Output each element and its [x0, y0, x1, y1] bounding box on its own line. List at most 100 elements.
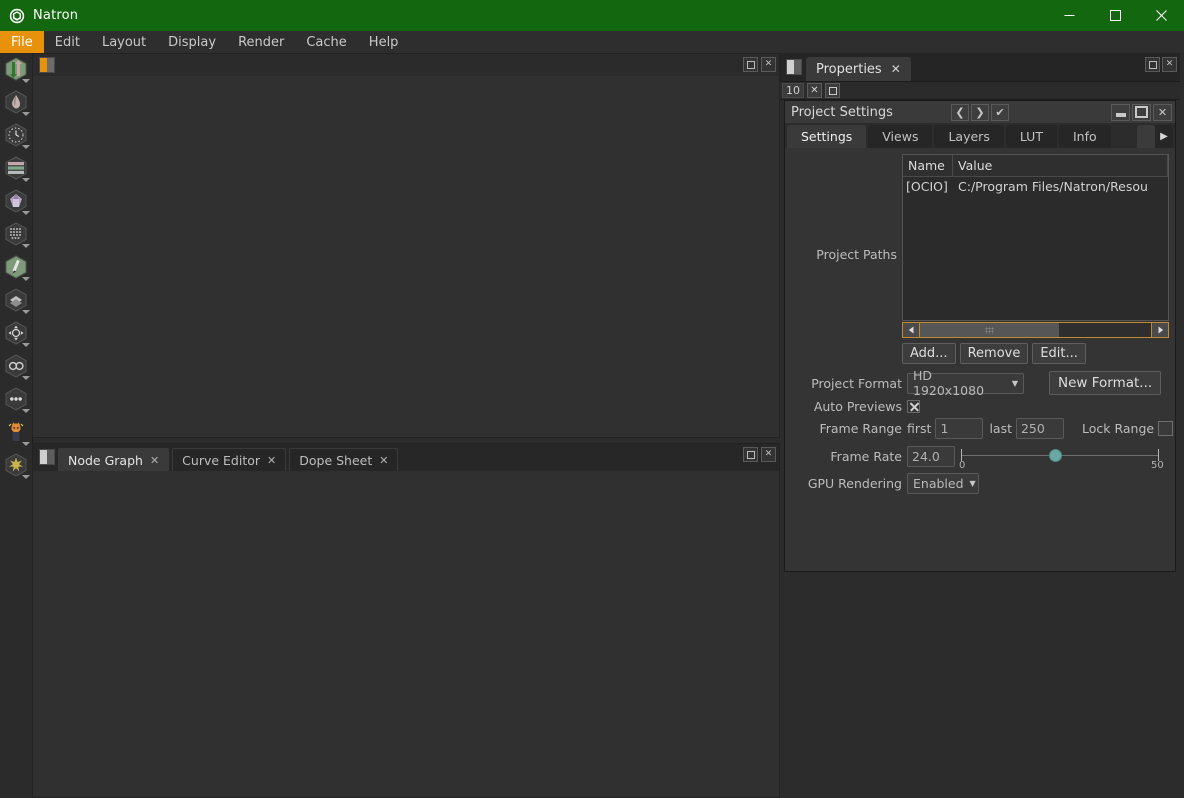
frame-rate-slider[interactable]: 0 50	[959, 443, 1164, 471]
close-icon[interactable]: ✕	[891, 62, 901, 76]
center-on-node-button[interactable]: ✔	[990, 103, 1009, 121]
toolbar-expand-arrow[interactable]	[22, 244, 30, 248]
toolbar-expand-arrow[interactable]	[22, 277, 30, 281]
table-row[interactable]: [OCIO] C:/Program Files/Natron/Resou	[903, 177, 1168, 196]
clear-all-panels-button[interactable]: ✕	[807, 83, 822, 98]
edit-path-button[interactable]: Edit...	[1032, 343, 1086, 364]
toolbar-item-extra-tools[interactable]	[0, 416, 32, 449]
toolbar-item-merge-tools[interactable]	[0, 284, 32, 317]
frame-range-last-input[interactable]	[1015, 418, 1064, 439]
window-minimize-button[interactable]	[1046, 0, 1092, 31]
scroll-thumb[interactable]	[920, 323, 1059, 337]
left-toolbar	[0, 53, 33, 798]
cell-value: C:/Program Files/Natron/Resou	[958, 179, 1148, 194]
toolbar-expand-arrow[interactable]	[22, 442, 30, 446]
scroll-track[interactable]	[920, 323, 1151, 337]
toolbar-expand-arrow[interactable]	[22, 409, 30, 413]
frame-rate-input[interactable]	[907, 445, 955, 467]
viewer-pane-controls: ✕	[743, 57, 776, 72]
menu-help[interactable]: Help	[358, 31, 410, 53]
toolbar-item-time-tools[interactable]	[0, 119, 32, 152]
toolbar-expand-arrow[interactable]	[22, 112, 30, 116]
close-icon[interactable]: ✕	[379, 454, 388, 467]
toolbar-item-misc-tools[interactable]	[0, 449, 32, 482]
close-icon[interactable]: ✕	[150, 454, 159, 467]
tab-settings[interactable]: Settings	[787, 125, 867, 148]
menu-render[interactable]: Render	[227, 31, 295, 53]
properties-close-button[interactable]: ✕	[1162, 57, 1177, 72]
viewer-canvas[interactable]	[33, 76, 779, 437]
main-menubar: File Edit Layout Display Render Cache He…	[0, 31, 1184, 53]
max-panels-spinbox[interactable]: 10	[782, 83, 804, 98]
viewer-float-button[interactable]	[743, 57, 758, 72]
menu-edit[interactable]: Edit	[44, 31, 91, 53]
toolbar-expand-arrow[interactable]	[22, 178, 30, 182]
project-paths-row: Project Paths Name Value [OCIO] C:/Progr…	[785, 154, 1175, 321]
tab-properties[interactable]: Properties ✕	[806, 57, 911, 81]
menu-cache[interactable]: Cache	[295, 31, 357, 53]
toolbar-expand-arrow[interactable]	[22, 343, 30, 347]
auto-previews-row: Auto Previews	[785, 399, 1175, 414]
toolbar-item-other-tools[interactable]	[0, 383, 32, 416]
bottom-float-button[interactable]	[743, 447, 758, 462]
window-close-button[interactable]	[1138, 0, 1184, 31]
split-pane-icon[interactable]	[39, 57, 55, 73]
scroll-left-icon[interactable]	[903, 323, 920, 337]
frame-range-first-input[interactable]	[935, 418, 984, 439]
toolbar-item-keyer-tools[interactable]	[0, 251, 32, 284]
slider-handle[interactable]	[1049, 449, 1063, 462]
minimize-all-panels-button[interactable]	[825, 83, 840, 98]
menu-layout[interactable]: Layout	[91, 31, 157, 53]
toolbar-expand-arrow[interactable]	[22, 376, 30, 380]
split-pane-icon[interactable]	[39, 449, 55, 465]
toolbar-expand-arrow[interactable]	[22, 211, 30, 215]
chevron-down-icon: ▼	[1011, 378, 1018, 388]
project-settings-tabs: Settings Views Layers LUT Info ▶	[785, 123, 1175, 148]
toolbar-item-draw-tools[interactable]	[0, 86, 32, 119]
add-path-button[interactable]: Add...	[902, 343, 956, 364]
toolbar-item-transform-tools[interactable]	[0, 317, 32, 350]
viewer-close-button[interactable]: ✕	[761, 57, 776, 72]
toolbar-item-color-tools[interactable]	[0, 185, 32, 218]
node-graph-canvas[interactable]	[33, 471, 779, 797]
next-panel-button[interactable]: ❯	[970, 103, 989, 121]
toolbar-expand-arrow[interactable]	[22, 79, 30, 83]
menu-file[interactable]: File	[0, 31, 44, 53]
new-format-button[interactable]: New Format...	[1049, 371, 1162, 395]
remove-path-button[interactable]: Remove	[959, 343, 1029, 364]
close-icon[interactable]: ✕	[267, 454, 276, 467]
prev-panel-button[interactable]: ❮	[950, 103, 969, 121]
toolbar-expand-arrow[interactable]	[22, 475, 30, 479]
tab-views[interactable]: Views	[868, 125, 933, 148]
project-paths-table[interactable]: Name Value [OCIO] C:/Program Files/Natro…	[902, 154, 1169, 321]
panel-float-button[interactable]	[1132, 103, 1151, 121]
bottom-close-button[interactable]: ✕	[761, 447, 776, 462]
panel-minimize-button[interactable]	[1111, 103, 1130, 121]
tab-info[interactable]: Info	[1058, 125, 1111, 148]
tab-curve-editor[interactable]: Curve Editor ✕	[172, 448, 287, 471]
window-maximize-button[interactable]	[1092, 0, 1138, 31]
tab-layers[interactable]: Layers	[934, 125, 1004, 148]
toolbar-item-filter-tools[interactable]	[0, 218, 32, 251]
toolbar-item-views-tools[interactable]	[0, 350, 32, 383]
panel-close-button[interactable]: ✕	[1153, 103, 1172, 121]
tab-lut[interactable]: LUT	[1005, 125, 1057, 148]
project-paths-hscrollbar[interactable]	[902, 322, 1169, 338]
auto-previews-checkbox[interactable]	[907, 400, 920, 413]
lock-range-checkbox[interactable]	[1158, 421, 1174, 436]
menu-display[interactable]: Display	[157, 31, 227, 53]
toolbar-expand-arrow[interactable]	[22, 310, 30, 314]
properties-pane-controls: ✕	[1145, 57, 1177, 72]
chevron-right-icon[interactable]: ▶	[1155, 125, 1173, 148]
split-pane-icon[interactable]	[786, 59, 802, 75]
toolbar-expand-arrow[interactable]	[22, 145, 30, 149]
properties-float-button[interactable]	[1145, 57, 1160, 72]
tab-dope-sheet[interactable]: Dope Sheet ✕	[289, 448, 399, 471]
slider-max-label: 50	[1151, 460, 1164, 471]
toolbar-item-image-tools[interactable]	[0, 53, 32, 86]
scroll-right-icon[interactable]	[1151, 323, 1168, 337]
project-format-dropdown[interactable]: HD 1920x1080 ▼	[907, 368, 1024, 398]
toolbar-item-channel-tools[interactable]	[0, 152, 32, 185]
gpu-rendering-dropdown[interactable]: Enabled ▼	[907, 473, 979, 494]
tab-node-graph[interactable]: Node Graph ✕	[58, 448, 170, 471]
